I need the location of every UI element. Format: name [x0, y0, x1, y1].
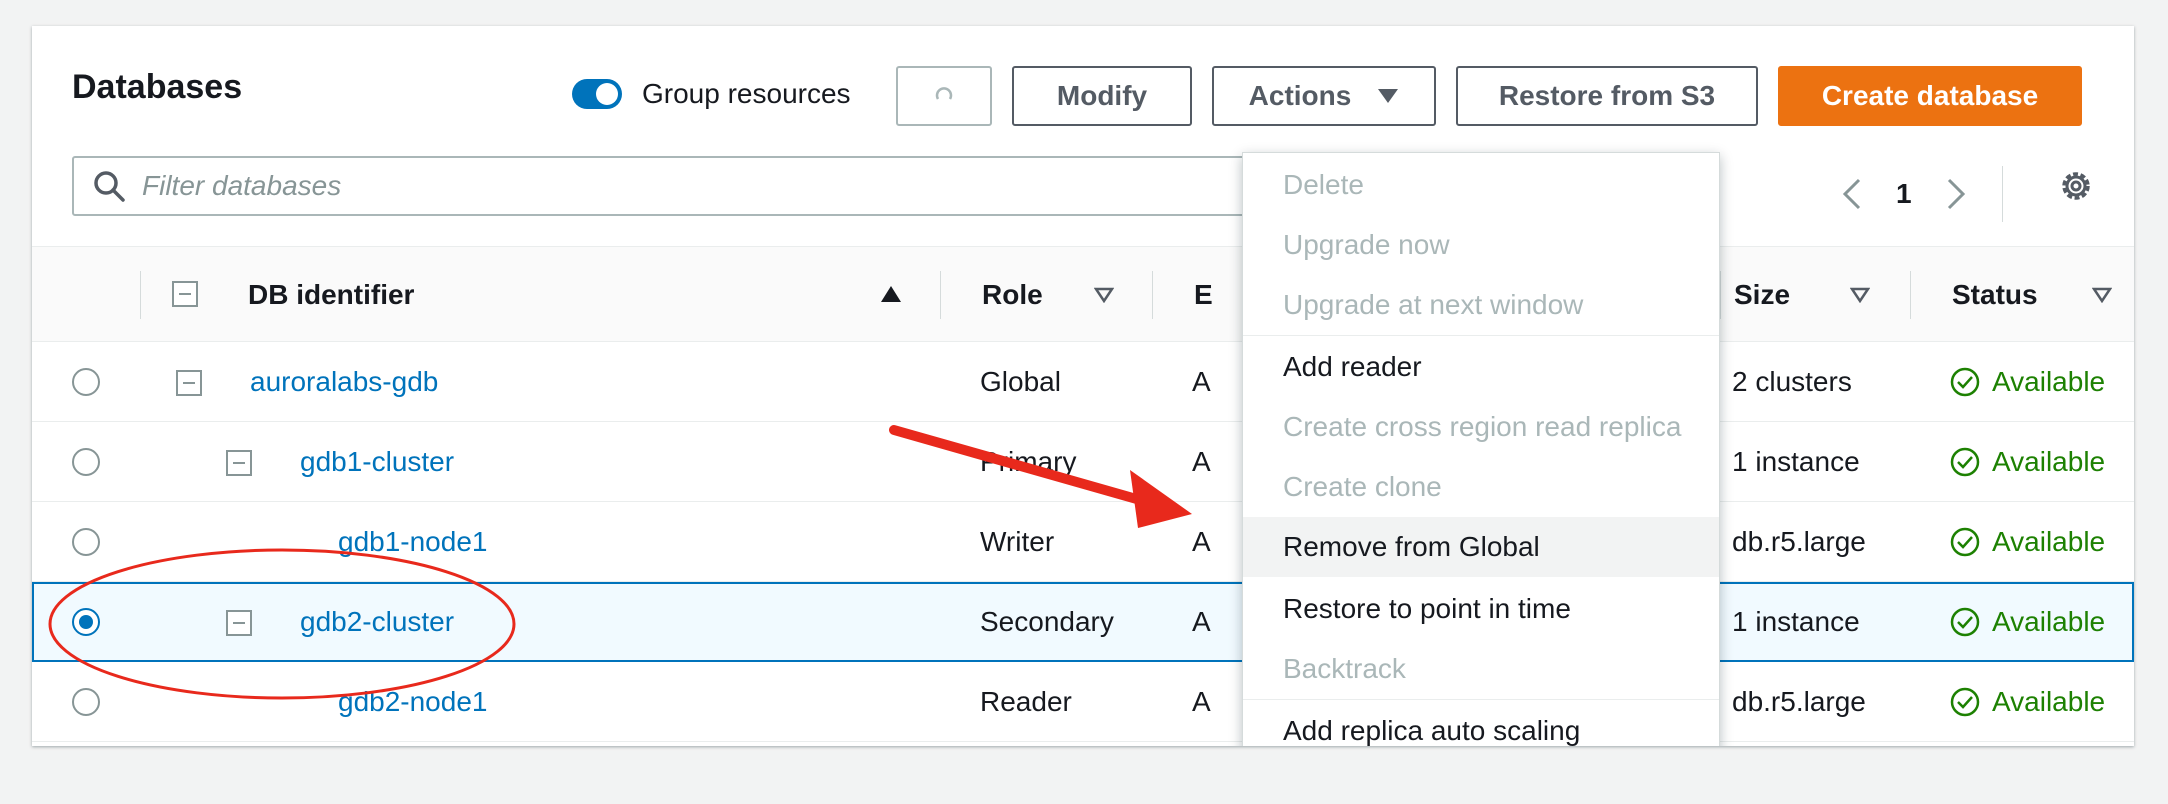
column-status[interactable]: Status	[1952, 247, 2038, 343]
status-text: Available	[1992, 366, 2106, 397]
collapse-icon[interactable]	[226, 610, 252, 636]
status-text: Available	[1992, 446, 2106, 477]
role-cell: Global	[980, 366, 1061, 397]
pagination: 1	[1842, 166, 2003, 222]
status-text: Available	[1992, 606, 2106, 637]
role-cell: Reader	[980, 686, 1072, 717]
check-circle-icon	[1950, 527, 1980, 557]
column-db-identifier[interactable]: DB identifier	[248, 247, 414, 343]
check-circle-icon	[1950, 367, 1980, 397]
engine-cell: A	[1192, 526, 1211, 557]
table-header: DB identifier Role E Size Status	[32, 246, 2134, 342]
gear-icon[interactable]	[2056, 166, 2096, 206]
row-radio[interactable]	[72, 688, 100, 716]
menu-item-backtrack[interactable]: Backtrack	[1243, 639, 1719, 699]
status-cell: Available	[1950, 582, 2105, 662]
sort-icon[interactable]	[1094, 287, 1114, 303]
create-database-button[interactable]: Create database	[1778, 66, 2082, 126]
column-divider	[1152, 271, 1153, 319]
menu-item-add-reader[interactable]: Add reader	[1243, 337, 1719, 397]
status-cell: Available	[1950, 342, 2105, 422]
engine-cell: A	[1192, 366, 1211, 397]
collapse-icon[interactable]	[172, 281, 198, 307]
menu-item-upgrade-next-window[interactable]: Upgrade at next window	[1243, 275, 1719, 335]
actions-button[interactable]: Actions	[1212, 66, 1436, 126]
row-radio[interactable]	[72, 368, 100, 396]
chevron-right-icon[interactable]	[1946, 177, 1966, 211]
check-circle-icon	[1950, 607, 1980, 637]
menu-item-add-replica-auto-scaling[interactable]: Add replica auto scaling	[1243, 701, 1719, 746]
row-radio[interactable]	[72, 448, 100, 476]
menu-divider	[1243, 335, 1719, 336]
db-identifier-link[interactable]: gdb2-node1	[338, 662, 487, 742]
db-identifier-link[interactable]: gdb2-cluster	[300, 582, 454, 662]
db-identifier-link[interactable]: gdb1-node1	[338, 502, 487, 582]
column-engine[interactable]: E	[1194, 247, 1213, 343]
role-cell: Primary	[980, 446, 1077, 477]
menu-item-delete[interactable]: Delete	[1243, 155, 1719, 215]
divider	[2001, 166, 2003, 222]
column-divider	[1910, 271, 1911, 319]
column-role[interactable]: Role	[982, 247, 1043, 343]
group-resources-toggle[interactable]: Group resources	[572, 78, 851, 110]
status-text: Available	[1992, 526, 2106, 557]
menu-item-restore-point-in-time[interactable]: Restore to point in time	[1243, 579, 1719, 639]
menu-item-create-cross-region-replica[interactable]: Create cross region read replica	[1243, 397, 1719, 457]
check-circle-icon	[1950, 687, 1980, 717]
collapse-icon[interactable]	[226, 450, 252, 476]
role-cell: Writer	[980, 526, 1055, 557]
size-cell: 1 instance	[1732, 446, 1860, 477]
restore-from-s3-button[interactable]: Restore from S3	[1456, 66, 1758, 126]
engine-cell: A	[1192, 606, 1211, 637]
row-radio-selected[interactable]	[72, 608, 100, 636]
modify-button[interactable]: Modify	[1012, 66, 1192, 126]
page-title: Databases	[72, 68, 243, 106]
group-resources-label: Group resources	[642, 78, 851, 109]
column-size[interactable]: Size	[1734, 247, 1790, 343]
size-cell: db.r5.large	[1732, 526, 1866, 557]
size-cell: 1 instance	[1732, 606, 1860, 637]
table-row[interactable]: gdb1-node1 Writer A db.r5.large Availabl…	[32, 502, 2134, 582]
actions-dropdown-menu: Delete Upgrade now Upgrade at next windo…	[1242, 152, 1720, 746]
toggle-switch[interactable]	[572, 79, 622, 109]
table-row-selected[interactable]: gdb2-cluster Secondary A 1 instance Avai…	[32, 582, 2134, 662]
search-placeholder: Filter databases	[142, 170, 342, 201]
status-cell: Available	[1950, 502, 2105, 582]
status-cell: Available	[1950, 662, 2105, 742]
collapse-icon[interactable]	[176, 370, 202, 396]
menu-item-remove-from-global[interactable]: Remove from Global	[1243, 517, 1719, 577]
status-text: Available	[1992, 686, 2106, 717]
db-identifier-link[interactable]: gdb1-cluster	[300, 422, 454, 502]
column-divider	[1720, 271, 1721, 319]
table-row[interactable]: gdb1-cluster Primary A 1 instance Availa…	[32, 422, 2134, 502]
filter-databases-input[interactable]: Filter databases	[72, 156, 1257, 216]
chevron-left-icon[interactable]	[1842, 177, 1862, 211]
databases-panel: Databases Group resources Modify Actions…	[32, 26, 2134, 746]
role-cell: Secondary	[980, 606, 1114, 637]
size-cell: 2 clusters	[1732, 366, 1852, 397]
table-row[interactable]: auroralabs-gdb Global A 2 clusters Avail…	[32, 342, 2134, 422]
refresh-button[interactable]	[896, 66, 992, 126]
page-number[interactable]: 1	[1896, 178, 1912, 210]
caret-down-icon	[1378, 89, 1399, 103]
engine-cell: A	[1192, 686, 1211, 717]
check-circle-icon	[1950, 447, 1980, 477]
sort-icon[interactable]	[2092, 287, 2112, 303]
db-identifier-link[interactable]: auroralabs-gdb	[250, 342, 438, 422]
refresh-icon	[935, 87, 953, 100]
actions-label: Actions	[1248, 80, 1352, 111]
search-icon	[94, 171, 125, 202]
status-cell: Available	[1950, 422, 2105, 502]
size-cell: db.r5.large	[1732, 686, 1866, 717]
table-row[interactable]: gdb2-node1 Reader A db.r5.large Availabl…	[32, 662, 2134, 742]
engine-cell: A	[1192, 446, 1211, 477]
menu-divider	[1243, 699, 1719, 700]
column-divider	[940, 271, 941, 319]
menu-item-create-clone[interactable]: Create clone	[1243, 457, 1719, 517]
column-divider	[140, 271, 141, 319]
row-radio[interactable]	[72, 528, 100, 556]
sort-ascending-icon[interactable]	[880, 285, 902, 303]
menu-item-upgrade-now[interactable]: Upgrade now	[1243, 215, 1719, 275]
sort-icon[interactable]	[1850, 287, 1870, 303]
